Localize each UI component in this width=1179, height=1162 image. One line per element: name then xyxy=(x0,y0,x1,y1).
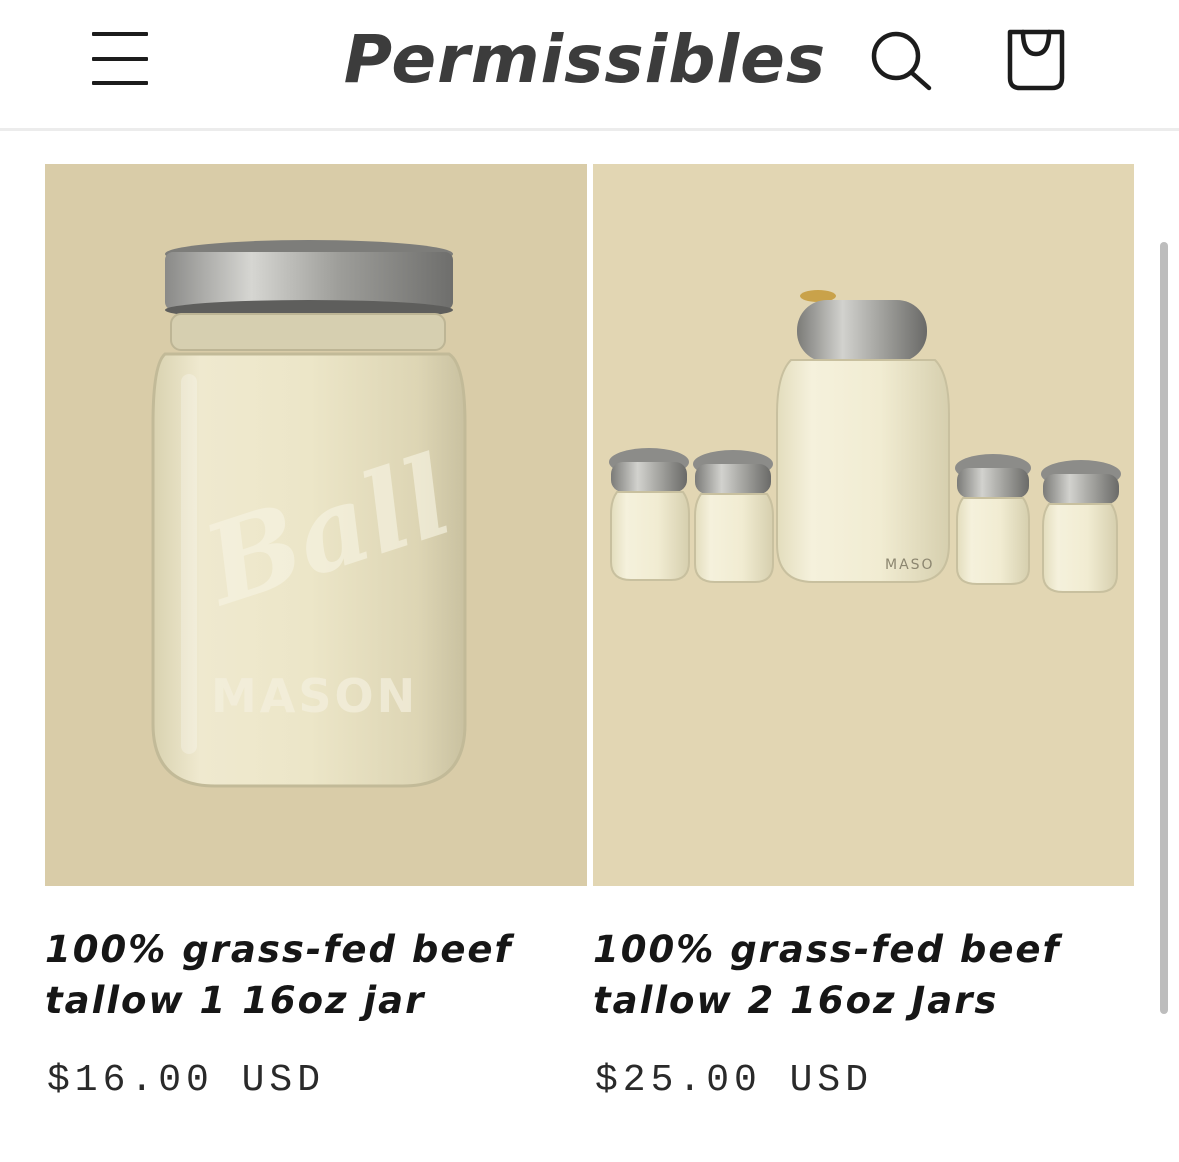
site-header: Permissibles xyxy=(0,0,1179,131)
product-title[interactable]: 100% grass-fed beef tallow 2 16oz Jars xyxy=(593,924,1123,1026)
menu-button[interactable] xyxy=(84,26,156,92)
hamburger-menu-icon-line xyxy=(92,81,148,85)
product-image[interactable]: Ball MASON xyxy=(45,164,587,886)
product-card[interactable]: Ball MASON 100% grass-fed beef tallow 1 … xyxy=(45,164,587,1102)
product-price: $25.00 USD xyxy=(595,1059,874,1102)
shopping-bag-icon xyxy=(1007,29,1065,91)
brand-logo[interactable]: Permissibles xyxy=(340,18,830,102)
hamburger-menu-icon xyxy=(92,32,148,36)
svg-text:MASON: MASON xyxy=(211,669,418,723)
product-price: $16.00 USD xyxy=(47,1059,326,1102)
svg-text:MASO: MASO xyxy=(885,557,935,573)
search-icon xyxy=(871,31,932,91)
search-button[interactable] xyxy=(866,26,938,96)
product-title[interactable]: 100% grass-fed beef tallow 1 16oz jar xyxy=(45,924,575,1026)
cart-button[interactable] xyxy=(998,20,1074,96)
page-scrollbar[interactable] xyxy=(1160,242,1168,1014)
product-image[interactable]: MASO xyxy=(593,164,1134,886)
hamburger-menu-icon-line xyxy=(92,57,148,61)
mason-jar-photo: Ball MASON xyxy=(151,240,467,788)
product-card[interactable]: MASO 100% grass-fed beef tallow 2 16oz J… xyxy=(593,164,1135,1102)
mason-jars-photo: MASO xyxy=(609,290,1121,593)
